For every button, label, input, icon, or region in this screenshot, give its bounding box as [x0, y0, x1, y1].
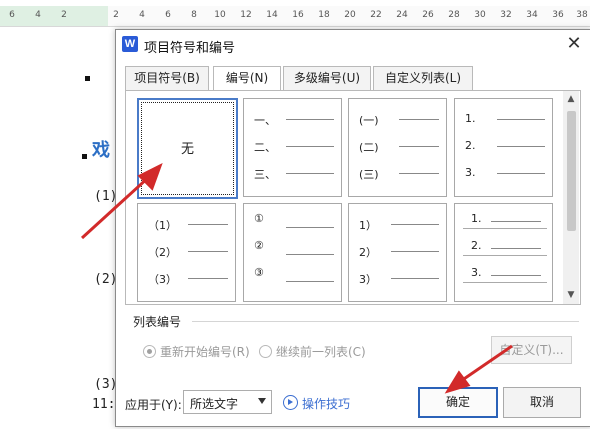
- apply-to-label: 应用于(Y):: [125, 398, 182, 412]
- sample-row: 一、: [254, 112, 334, 127]
- tab-numbering[interactable]: 编号(N): [213, 66, 281, 91]
- numbering-option-decimal-dot[interactable]: 1. 2. 3.: [454, 98, 553, 197]
- horizontal-ruler[interactable]: 6 4 2 2 4 6 8 10 12 14 16 18 20 22 24 26…: [0, 0, 590, 27]
- sample-row: 2.: [471, 239, 541, 253]
- ok-button[interactable]: 确定: [418, 387, 498, 418]
- ruler-number: 6: [9, 10, 15, 20]
- document-line[interactable]: (1): [94, 189, 117, 204]
- tips-link[interactable]: 操作技巧: [302, 395, 350, 412]
- bullet-marker: [85, 76, 90, 81]
- sample-row: (三): [359, 166, 439, 181]
- numbering-style-gallery: 无 一、 二、 三、 (一) (二) (三) 1. 2. 3. （1） （2） …: [125, 90, 581, 305]
- tab-multilevel[interactable]: 多级编号(U): [283, 66, 371, 90]
- numbering-option-none[interactable]: 无: [137, 98, 238, 199]
- scrollbar-thumb[interactable]: [567, 111, 576, 231]
- ruler-number: 38: [576, 10, 588, 20]
- tab-bullets[interactable]: 项目符号(B): [125, 66, 209, 90]
- ruler-number: 6: [165, 10, 171, 20]
- section-divider: [192, 321, 579, 322]
- sample-row: 1.: [465, 112, 545, 126]
- document-line[interactable]: (2): [94, 272, 117, 287]
- customize-button[interactable]: 自定义(T)...: [491, 336, 572, 364]
- ruler-number: 2: [113, 10, 119, 20]
- sample-row: 1）: [359, 217, 439, 232]
- document-heading[interactable]: 戏: [92, 136, 110, 162]
- wps-app-icon: W: [122, 36, 138, 52]
- sample-row: 2.: [465, 139, 545, 153]
- ruler-number: 20: [344, 10, 356, 20]
- ruler-number: 8: [191, 10, 197, 20]
- sample-row: （2）: [148, 244, 228, 259]
- ruler-number: 16: [292, 10, 304, 20]
- sample-row: 3.: [471, 266, 541, 280]
- ruler-number: 24: [396, 10, 408, 20]
- gallery-scrollbar[interactable]: ▲ ▼: [563, 91, 579, 304]
- ruler-number: 28: [448, 10, 460, 20]
- ruler-number: 2: [61, 10, 67, 20]
- document-line[interactable]: (3): [94, 377, 117, 392]
- close-icon[interactable]: ✕: [564, 34, 584, 54]
- scroll-down-icon[interactable]: ▼: [563, 288, 579, 302]
- numbering-option-decimal-indented[interactable]: 1. 2. 3.: [454, 203, 553, 302]
- sample-row: （3）: [148, 271, 228, 286]
- chevron-down-icon: [258, 398, 266, 404]
- ruler-number: 12: [240, 10, 252, 20]
- sample-row: （1）: [148, 217, 228, 232]
- apply-to-select[interactable]: 所选文字: [183, 390, 272, 414]
- dialog-titlebar[interactable]: W 项目符号和编号 ✕: [116, 30, 590, 60]
- ruler-number: 10: [214, 10, 226, 20]
- radio-selected-icon: [143, 345, 156, 358]
- numbering-option-chinese-comma[interactable]: 一、 二、 三、: [243, 98, 342, 197]
- sample-row: ①: [254, 212, 334, 228]
- ruler-number: 22: [370, 10, 382, 20]
- sample-row: 2）: [359, 244, 439, 259]
- sample-row: (二): [359, 139, 439, 154]
- scroll-up-icon[interactable]: ▲: [563, 92, 579, 106]
- ruler-number: 36: [552, 10, 564, 20]
- ruler-number: 4: [35, 10, 41, 20]
- ruler-number: 26: [422, 10, 434, 20]
- numbering-option-chinese-paren[interactable]: (一) (二) (三): [348, 98, 447, 197]
- sample-row: ③: [254, 266, 334, 282]
- bullet-marker: [82, 154, 87, 159]
- sample-row: ②: [254, 239, 334, 255]
- ruler-number: 14: [266, 10, 278, 20]
- ruler-number: 32: [500, 10, 512, 20]
- numbering-option-full-paren[interactable]: （1） （2） （3）: [137, 203, 236, 302]
- play-circle-icon[interactable]: [283, 395, 298, 410]
- sample-row: 三、: [254, 166, 334, 181]
- numbering-option-half-paren[interactable]: 1） 2） 3）: [348, 203, 447, 302]
- numbering-option-circled[interactable]: ① ② ③: [243, 203, 342, 302]
- ruler-number: 4: [139, 10, 145, 20]
- ruler-number: 18: [318, 10, 330, 20]
- list-numbering-label: 列表编号: [133, 315, 182, 329]
- bullets-and-numbering-dialog: W 项目符号和编号 ✕ 项目符号(B) 编号(N) 多级编号(U) 自定义列表(…: [115, 29, 590, 427]
- tab-custom-list[interactable]: 自定义列表(L): [373, 66, 473, 90]
- sample-row: 3）: [359, 271, 439, 286]
- sample-row: 二、: [254, 139, 334, 154]
- dialog-title: 项目符号和编号: [144, 41, 236, 56]
- none-label: 无: [180, 142, 194, 157]
- cancel-button[interactable]: 取消: [503, 387, 581, 418]
- sample-row: 3.: [465, 166, 545, 180]
- sample-row: 1.: [471, 212, 541, 226]
- ruler-number: 30: [474, 10, 486, 20]
- sample-row: (一): [359, 112, 439, 127]
- radio-unselected-icon: [259, 345, 272, 358]
- ruler-number: 34: [526, 10, 538, 20]
